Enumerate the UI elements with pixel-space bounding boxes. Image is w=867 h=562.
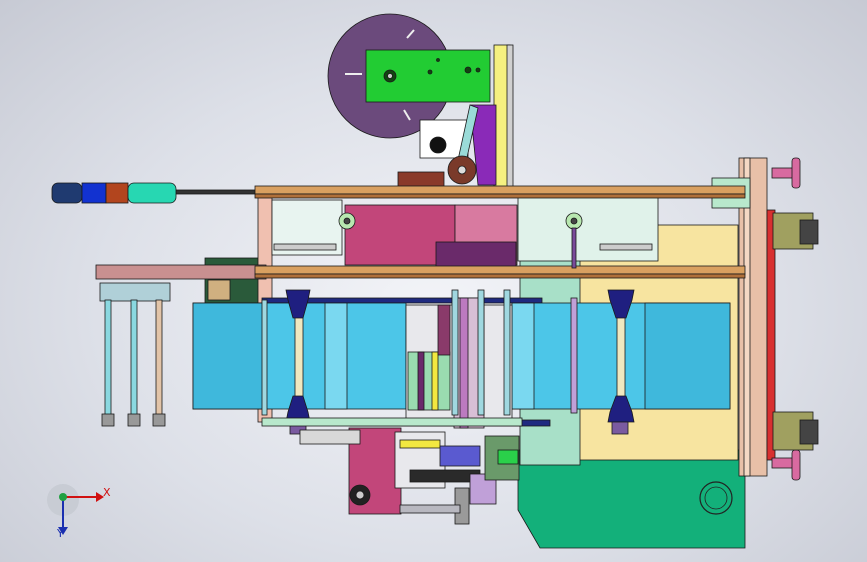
indicator-cyl-brown <box>105 182 129 204</box>
indicator-rod <box>174 189 266 195</box>
mid-rail-left <box>95 264 267 280</box>
roller-left-shaft <box>294 311 304 403</box>
mid-rail <box>254 265 746 275</box>
axis-x-label: X <box>103 486 111 499</box>
top-knob[interactable] <box>771 167 795 179</box>
hanging-rod-2 <box>130 299 138 416</box>
roller-right-shaft <box>616 311 626 403</box>
indicator-cyl-teal <box>127 182 177 204</box>
indicator-cyl-blue <box>81 182 107 204</box>
indicator-cyl-navy <box>51 182 83 204</box>
cad-viewport: X Y <box>0 0 867 562</box>
bottom-knob[interactable] <box>771 457 795 469</box>
axis-y-label: Y <box>57 527 64 540</box>
hanging-rod-3 <box>155 299 163 416</box>
hanging-rod-1 <box>104 299 112 416</box>
top-rail <box>254 185 746 195</box>
machine-drawing <box>47 13 819 549</box>
axis-triad <box>47 484 104 535</box>
